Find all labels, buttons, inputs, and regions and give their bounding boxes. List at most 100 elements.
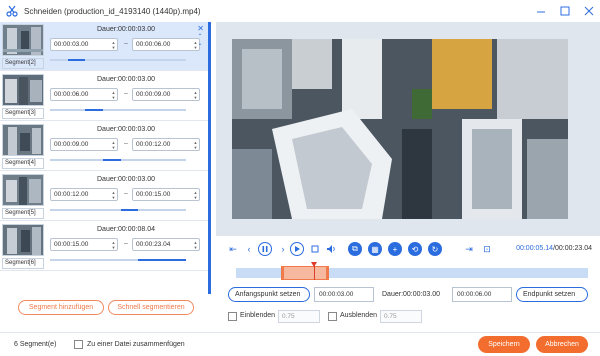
end-value: 00:00:15.00 [136,191,171,198]
spinner-icon[interactable]: ▲ ▼ [193,240,198,250]
end-time-field[interactable]: 00:00:06.00 [452,287,512,302]
jump-to-start-marker-icon[interactable]: ⇥ [462,242,476,256]
minimize-icon[interactable] [534,4,548,18]
spinner-icon[interactable]: ▲ ▼ [193,190,198,200]
window-title: Schneiden (production_id_4193140 (1440p)… [24,6,201,16]
fade-in-field[interactable]: 0.75 [278,310,320,323]
start-value: 00:00:09.00 [54,141,89,148]
segment-range-fill [120,209,139,211]
play-icon[interactable] [290,242,304,256]
spinner-icon[interactable]: ▲ ▼ [111,240,116,250]
segment-thumbnail [2,174,44,206]
end-value: 00:00:09.00 [136,91,171,98]
segment-duration: Dauer:00:00:03.00 [97,76,155,83]
add-icon[interactable]: + [388,242,402,256]
jump-start-icon[interactable]: ⇤ [226,242,240,256]
segment-range-track [50,159,186,161]
start-time-field[interactable]: 00:00:03.00 [314,287,374,302]
segment-thumbnail [2,24,44,56]
copy-icon[interactable]: ⧉ [348,242,362,256]
rotate-icon[interactable]: ⟲ [408,242,422,256]
spinner-icon[interactable]: ▲ ▼ [111,90,116,100]
video-preview[interactable] [232,39,568,219]
quick-split-button[interactable]: Schnell segmentieren [108,300,194,315]
spinner-icon[interactable]: ▲ ▼ [193,140,198,150]
timeline-selection[interactable] [282,266,328,280]
close-icon[interactable] [582,4,596,18]
pause-icon[interactable] [258,242,272,256]
segment-range-track [50,109,186,111]
segment-item[interactable]: Segment[4] Dauer:00:00:03.00 00:00:09.00… [0,122,208,171]
segment-duration: Dauer:00:00:03.00 [97,176,155,183]
segment-end-field[interactable]: 00:00:23.04 ▲ ▼ [132,238,200,251]
end-handle[interactable] [326,266,329,280]
set-end-button[interactable]: Endpunkt setzen [516,287,588,302]
segment-list[interactable]: Segment[2] Dauer:00:00:03.00 00:00:03.00… [0,22,212,294]
fade-in-checkbox[interactable] [228,312,237,321]
segment-end-field[interactable]: 00:00:15.00 ▲ ▼ [132,188,200,201]
start-value: 00:00:03.00 [54,41,89,48]
volume-icon[interactable] [324,242,338,256]
time-readout: 00:00:05.14/00:00:23.04 [516,245,592,252]
segment-end-field[interactable]: 00:00:06.00 ▲ ▼ [132,38,200,51]
segment-item[interactable]: Segment[6] Dauer:00:00:08.04 00:00:15.00… [0,222,208,271]
bottom-bar: 6 Segment(e) Zu einer Datei zusammenfüge… [0,332,600,356]
start-handle[interactable] [281,266,284,280]
segment-list-scrollbar[interactable] [208,22,211,294]
segment-label: Segment[2] [2,58,44,69]
merge-label: Zu einer Datei zusammenfügen [87,341,185,348]
segment-start-field[interactable]: 00:00:06.00 ▲ ▼ [50,88,118,101]
jump-to-end-marker-icon[interactable]: ⊡ [480,242,494,256]
maximize-icon[interactable] [558,4,572,18]
time-separator: – [124,240,128,247]
title-bar: Schneiden (production_id_4193140 (1440p)… [0,0,600,22]
playhead[interactable] [311,262,317,280]
end-value: 00:00:12.00 [136,141,171,148]
segment-range-track [50,59,186,61]
time-separator: – [124,40,128,47]
fade-in-label: Einblenden [240,312,276,319]
segment-start-field[interactable]: 00:00:03.00 ▲ ▼ [50,38,118,51]
segment-end-field[interactable]: 00:00:09.00 ▲ ▼ [132,88,200,101]
fade-out-checkbox[interactable] [328,312,337,321]
cancel-button[interactable]: Abbrechen [536,336,588,353]
start-value: 00:00:12.00 [54,191,89,198]
scrollbar-thumb[interactable] [208,22,211,294]
fade-out-label: Ausblenden [340,312,377,319]
segment-label: Segment[3] [2,108,44,119]
spinner-icon[interactable]: ▲ ▼ [111,140,116,150]
spinner-icon[interactable]: ▲ ▼ [111,190,116,200]
timeline-track[interactable] [236,262,588,280]
segment-item[interactable]: Segment[2] Dauer:00:00:03.00 00:00:03.00… [0,22,208,71]
segment-label: Segment[4] [2,158,44,169]
start-value: 00:00:15.00 [54,241,89,248]
segment-item[interactable]: Segment[5] Dauer:00:00:03.00 00:00:12.00… [0,172,208,221]
segment-start-field[interactable]: 00:00:12.00 ▲ ▼ [50,188,118,201]
segment-end-field[interactable]: 00:00:12.00 ▲ ▼ [132,138,200,151]
set-start-button[interactable]: Anfangspunkt setzen [228,287,310,302]
delete-segment-icon[interactable]: ✕ [197,24,204,33]
refresh-icon[interactable]: ↻ [428,242,442,256]
scissors-icon [6,5,18,17]
cut-controls: Anfangspunkt setzen 00:00:03.00 Dauer:00… [228,287,590,302]
reorder-icon[interactable]: ⌃ ⌄ [196,34,204,48]
total-time: /00:00:23.04 [553,245,592,252]
split-icon[interactable]: ▦ [368,242,382,256]
stop-icon[interactable] [308,242,322,256]
add-segment-button[interactable]: Segment hinzufügen [18,300,104,315]
spinner-icon[interactable]: ▲ ▼ [111,40,116,50]
spinner-icon[interactable]: ▲ ▼ [193,90,198,100]
segment-item[interactable]: Segment[3] Dauer:00:00:03.00 00:00:06.00… [0,72,208,121]
end-value: 00:00:06.00 [136,41,171,48]
segment-label: Segment[6] [2,258,44,269]
segment-label: Segment[5] [2,208,44,219]
segment-range-track [50,209,186,211]
next-frame-icon[interactable]: › [276,242,290,256]
segment-range-track [50,259,186,261]
prev-frame-icon[interactable]: ‹ [242,242,256,256]
merge-checkbox[interactable] [74,340,83,349]
segment-start-field[interactable]: 00:00:15.00 ▲ ▼ [50,238,118,251]
segment-start-field[interactable]: 00:00:09.00 ▲ ▼ [50,138,118,151]
save-button[interactable]: Speichern [478,336,530,353]
fade-out-field[interactable]: 0.75 [380,310,422,323]
